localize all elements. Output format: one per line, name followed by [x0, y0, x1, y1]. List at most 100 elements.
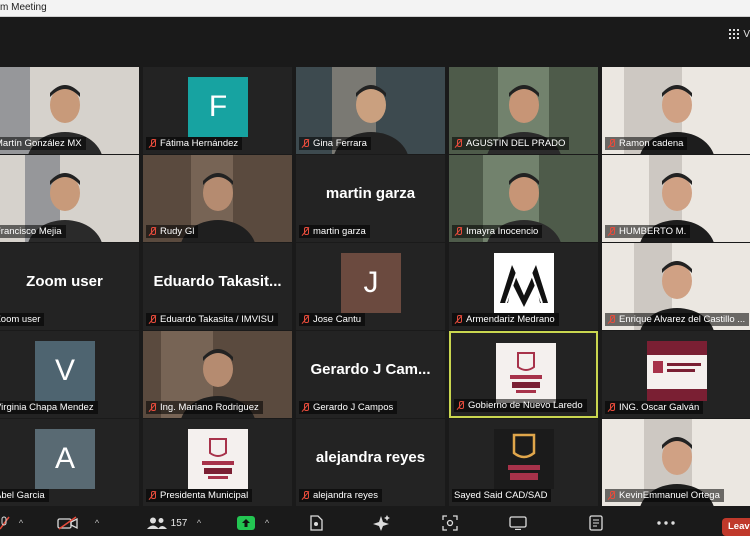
participant-name-label: Sayed Said CAD/SAD: [452, 489, 552, 502]
meeting-topbar: V: [0, 17, 750, 50]
participant-name-label: KevinEmmanuel Ortega: [605, 489, 724, 502]
participant-name: Ramon cadena: [619, 138, 684, 149]
participant-name: Fátima Hernández: [160, 138, 239, 149]
video-options-caret[interactable]: ^: [92, 514, 102, 532]
mic-muted-icon: [301, 315, 310, 324]
participant-tile[interactable]: V Virginia Chapa Mendez: [0, 331, 139, 418]
participant-display-name: Eduardo Takasit...: [153, 273, 282, 290]
avatar-initial: A: [54, 442, 75, 475]
participant-tile[interactable]: Martín González MX: [0, 67, 139, 154]
participant-tile[interactable]: martin garza martin garza: [296, 155, 445, 242]
document-icon: [310, 515, 323, 531]
mic-muted-icon: [301, 227, 310, 236]
mic-muted-icon: [607, 315, 616, 324]
docs-button[interactable]: [306, 514, 326, 532]
participants-icon: [146, 517, 167, 529]
mic-muted-icon: [607, 491, 616, 500]
participant-name: KevinEmmanuel Ortega: [619, 490, 720, 501]
participant-name-label: martin garza: [299, 225, 370, 238]
participant-tile[interactable]: J Jose Cantu: [296, 243, 445, 330]
grid-view-icon: [729, 29, 740, 39]
participant-display-name: martin garza: [325, 185, 416, 202]
participant-tile[interactable]: Enrique Alvarez del Castillo ...: [602, 243, 750, 330]
ai-companion-button[interactable]: [372, 514, 392, 532]
participant-tile[interactable]: Zoom user Zoom user: [0, 243, 139, 330]
apps-button[interactable]: [440, 514, 460, 532]
participant-name-label: Ramon cadena: [605, 137, 688, 150]
more-icon: [657, 521, 675, 525]
participant-name-label: ING. Oscar Galván: [605, 401, 704, 414]
notes-button[interactable]: [586, 514, 606, 532]
participant-tile[interactable]: Ramon cadena: [602, 67, 750, 154]
participant-name-label: Fátima Hernández: [146, 137, 243, 150]
participant-name: Sayed Said CAD/SAD: [454, 490, 548, 501]
participant-name-label: Martín González MX: [0, 137, 86, 150]
participant-tile[interactable]: alejandra reyes alejandra reyes: [296, 419, 445, 506]
share-options-caret[interactable]: ^: [262, 514, 272, 532]
participant-tile[interactable]: KevinEmmanuel Ortega: [602, 419, 750, 506]
participant-name-label: Abel Garcia: [0, 489, 49, 502]
participant-tile[interactable]: Ing. Mariano Rodriguez: [143, 331, 292, 418]
participant-name: Virginia Chapa Mendez: [0, 402, 94, 413]
participant-name-label: Zoom user: [0, 313, 45, 326]
participant-tile[interactable]: Gobierno de Nuevo Laredo: [449, 331, 598, 418]
participant-name: HUMBERTO M.: [619, 226, 687, 237]
participant-name: Enrique Alvarez del Castillo ...: [619, 314, 746, 325]
participants-button[interactable]: 157: [146, 514, 188, 532]
mic-muted-icon: [607, 227, 616, 236]
participant-tile[interactable]: A Abel Garcia: [0, 419, 139, 506]
participant-name-label: Imayra Inocencio: [452, 225, 543, 238]
participant-tile[interactable]: Imayra Inocencio: [449, 155, 598, 242]
participant-name: Armendariz Medrano: [466, 314, 555, 325]
audio-options-caret[interactable]: ^: [16, 514, 26, 532]
participant-name-label: Gerardo J Campos: [299, 401, 398, 414]
mic-muted-icon: [454, 315, 463, 324]
mute-mic-button[interactable]: [0, 514, 10, 532]
gallery-grid: Martín González MX F Fátima Hernández Gina …: [0, 64, 750, 508]
participants-options-caret[interactable]: ^: [194, 514, 204, 532]
participant-tile[interactable]: Francisco Mejia: [0, 155, 139, 242]
participant-tile[interactable]: HUMBERTO M.: [602, 155, 750, 242]
video-off-icon: [57, 516, 78, 530]
participant-name-label: HUMBERTO M.: [605, 225, 691, 238]
participant-tile[interactable]: Eduardo Takasit... Eduardo Takasita / IMV…: [143, 243, 292, 330]
participant-name-label: Ing. Mariano Rodriguez: [146, 401, 263, 414]
window-title: m Meeting: [0, 2, 47, 13]
avatar-initial: V: [54, 354, 75, 387]
participant-name: Jose Cantu: [313, 314, 362, 325]
view-toggle-button[interactable]: [508, 514, 528, 532]
participant-name: Gobierno de Nuevo Laredo: [468, 400, 583, 411]
participant-tile[interactable]: ING. Oscar Galván: [602, 331, 750, 418]
more-button[interactable]: [656, 514, 676, 532]
share-screen-button[interactable]: [236, 514, 256, 532]
participant-name: ING. Oscar Galván: [619, 402, 700, 413]
mic-muted-icon: [148, 315, 157, 324]
mic-muted-icon: [148, 491, 157, 500]
participant-name-label: Rudy Gl: [146, 225, 199, 238]
participant-tile[interactable]: Gerardo J Cam... Gerardo J Campos: [296, 331, 445, 418]
view-button[interactable]: V: [729, 26, 750, 42]
participant-name-label: Gina Ferrara: [299, 137, 371, 150]
participant-name: Gerardo J Campos: [313, 402, 394, 413]
participant-tile[interactable]: AGUSTIN DEL PRADO: [449, 67, 598, 154]
participant-name: martin garza: [313, 226, 366, 237]
start-video-button[interactable]: [56, 514, 80, 532]
nuevo-laredo-dark-logo: [494, 429, 554, 489]
participant-tile[interactable]: F Fátima Hernández: [143, 67, 292, 154]
participant-name-label: Francisco Mejia: [0, 225, 66, 238]
mic-muted-icon: [148, 227, 157, 236]
participant-tile[interactable]: Gina Ferrara: [296, 67, 445, 154]
screen-icon: [509, 516, 527, 530]
participant-tile[interactable]: Sayed Said CAD/SAD: [449, 419, 598, 506]
mic-muted-icon: [301, 403, 310, 412]
leave-button[interactable]: Leav: [722, 518, 750, 536]
nuevo-laredo-logo: [188, 429, 248, 489]
participant-name-label: Eduardo Takasita / IMVISU: [146, 313, 278, 326]
participant-tile[interactable]: Presidenta Municipal: [143, 419, 292, 506]
participant-tile[interactable]: Armendariz Medrano: [449, 243, 598, 330]
participant-tile[interactable]: Rudy Gl: [143, 155, 292, 242]
share-screen-icon: [237, 516, 255, 530]
participant-display-name: Zoom user: [26, 273, 103, 290]
participant-display-name: Gerardo J Cam...: [310, 361, 431, 378]
avatar-initial: F: [208, 90, 228, 123]
